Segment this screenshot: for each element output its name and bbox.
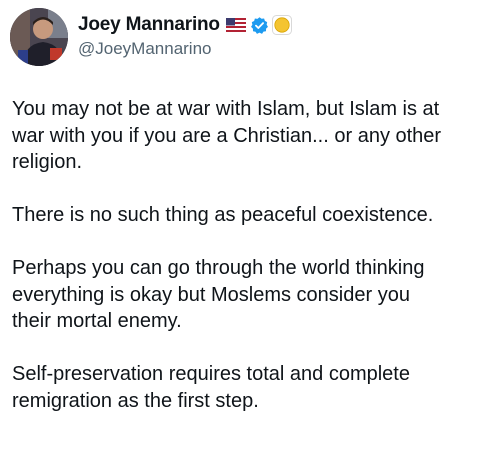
display-name[interactable]: Joey Mannarino bbox=[78, 14, 220, 36]
tweet-paragraph-3: Perhaps you can go through the world thi… bbox=[12, 257, 425, 332]
avatar[interactable] bbox=[10, 8, 68, 66]
verified-badge-icon[interactable] bbox=[250, 16, 269, 35]
author-names: Joey Mannarino @JoeyMannarino bbox=[78, 8, 292, 59]
tweet-paragraph-2: There is no such thing as peaceful coexi… bbox=[12, 204, 434, 226]
us-flag-icon bbox=[225, 18, 246, 32]
name-row: Joey Mannarino bbox=[78, 13, 292, 37]
gold-affiliate-badge-icon[interactable] bbox=[271, 15, 292, 35]
tweet-header: Joey Mannarino @JoeyMannarino bbox=[10, 8, 292, 68]
tweet-text: You may not be at war with Islam, but Is… bbox=[12, 96, 492, 414]
tweet-paragraph-1: You may not be at war with Islam, but Is… bbox=[12, 98, 442, 173]
tweet-paragraph-4: Self-preservation requires total and com… bbox=[12, 363, 410, 412]
author-handle[interactable]: @JoeyMannarino bbox=[78, 39, 292, 59]
avatar-photo bbox=[10, 8, 68, 66]
tweet-card: Joey Mannarino @JoeyMannarino You may no… bbox=[0, 0, 500, 461]
